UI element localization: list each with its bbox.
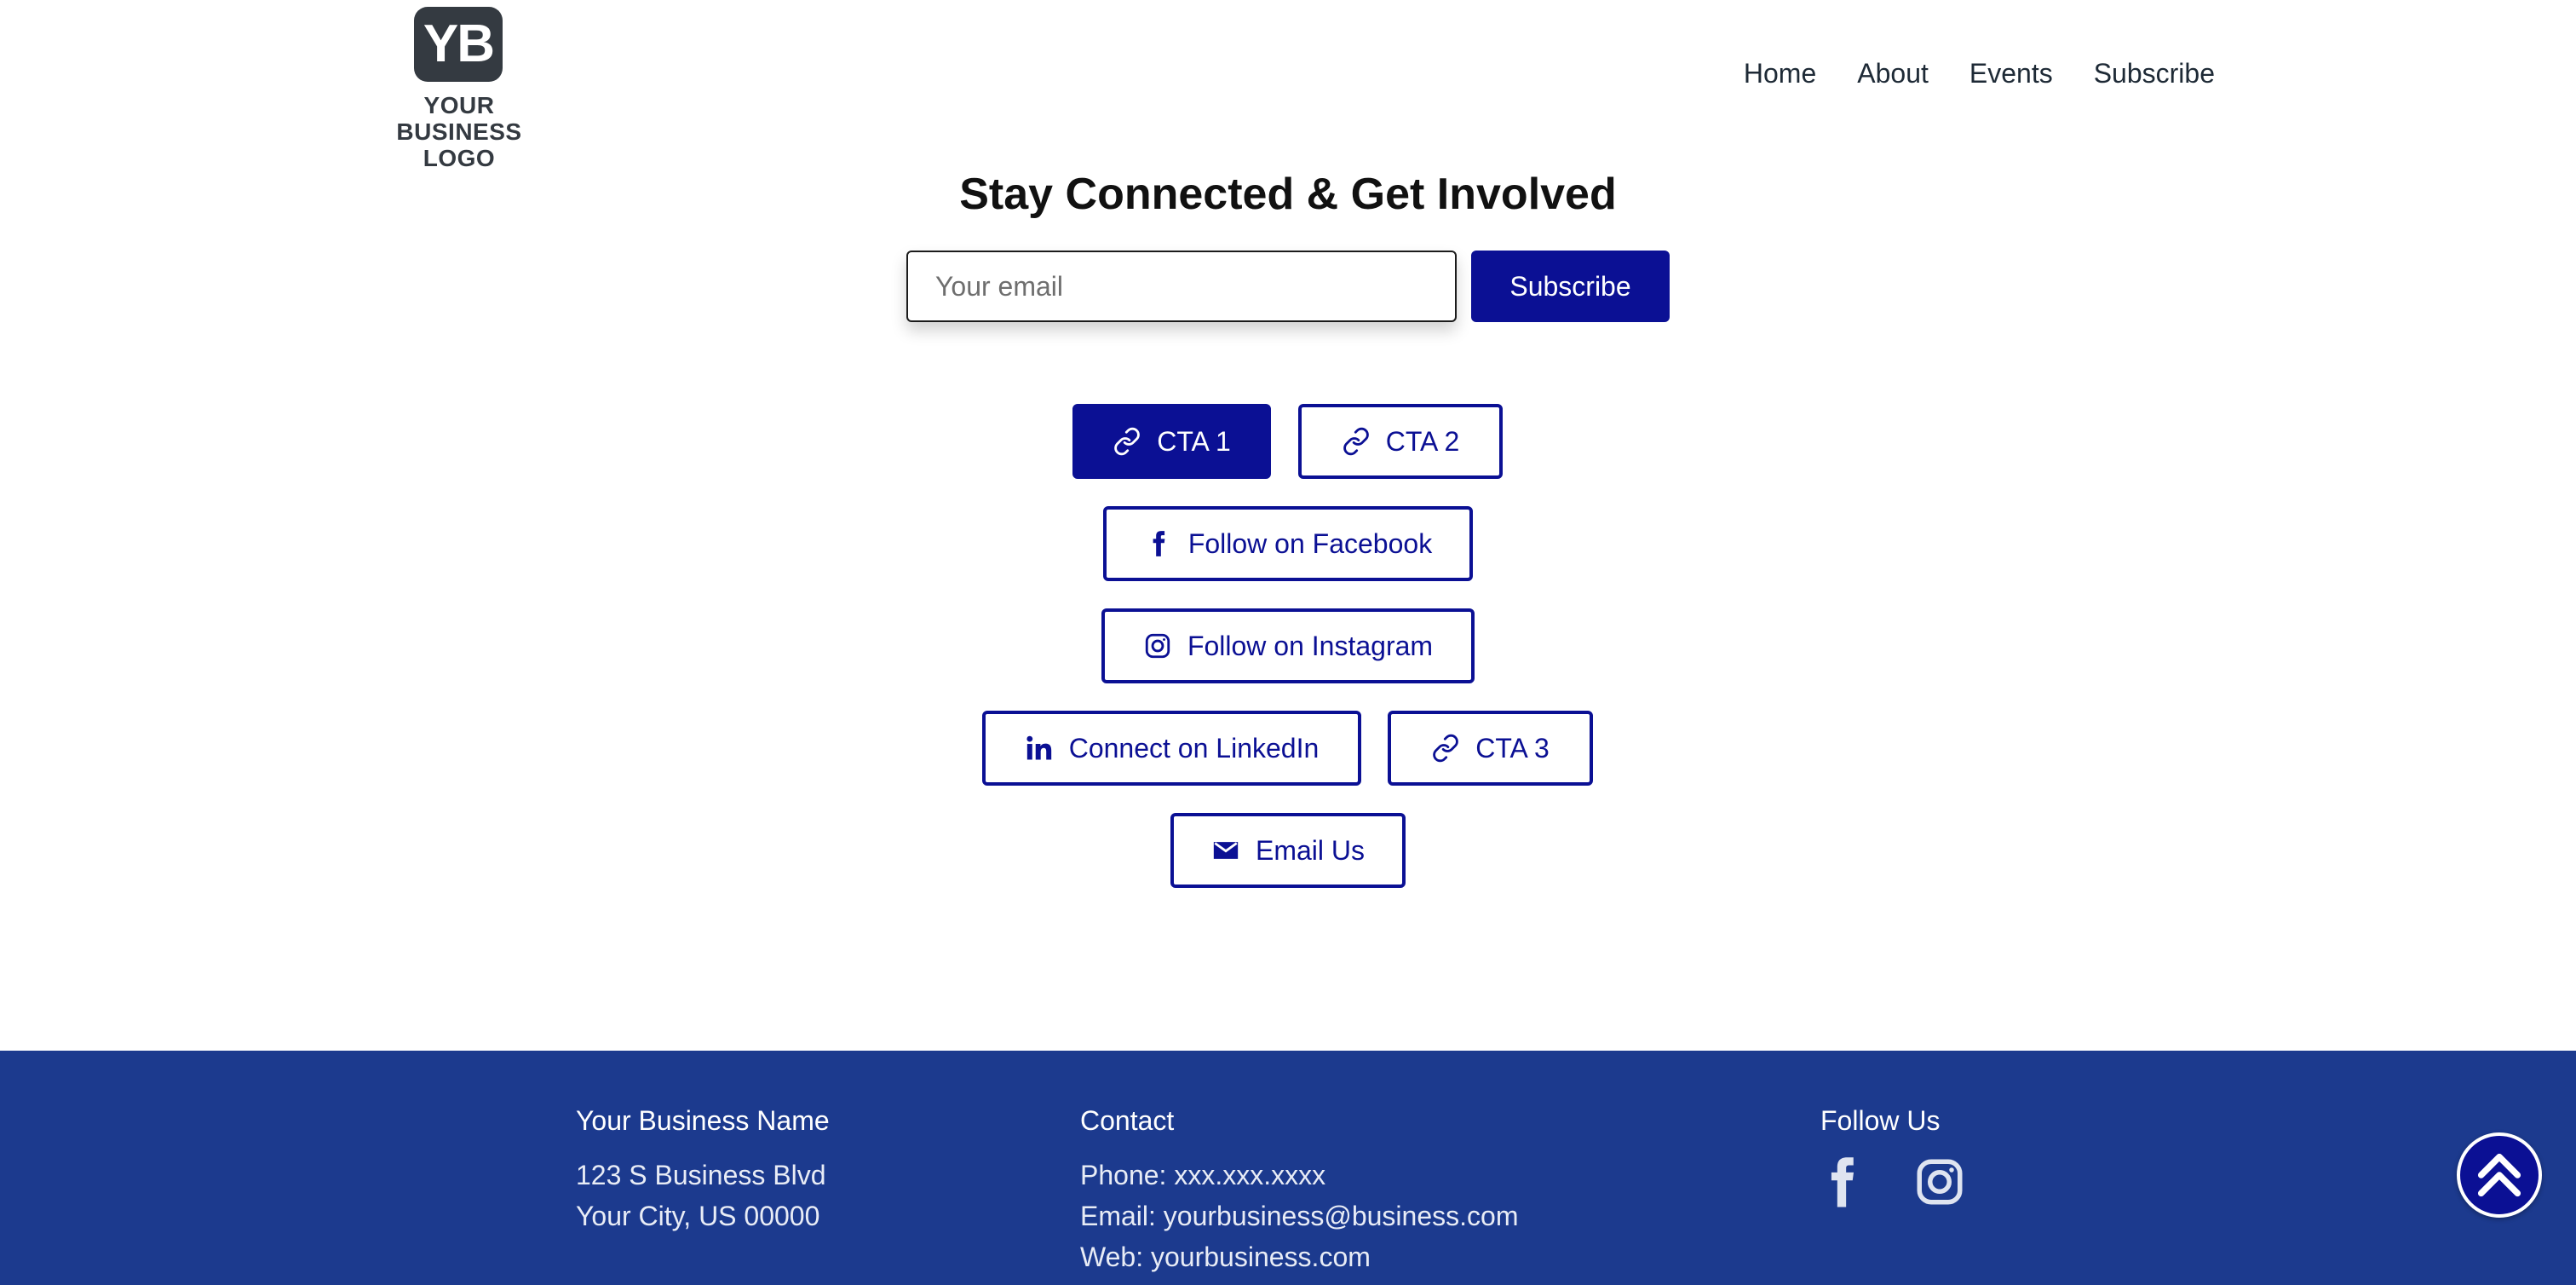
back-to-top-button[interactable] [2457, 1132, 2542, 1218]
footer-email[interactable]: Email: yourbusiness@business.com [1080, 1196, 1518, 1236]
nav-link-home[interactable]: Home [1744, 56, 1816, 90]
footer-social-links [1815, 1155, 1965, 1209]
cta-1-label: CTA 1 [1157, 425, 1231, 457]
link-icon [1433, 734, 1458, 763]
cta-2-button[interactable]: CTA 2 [1298, 404, 1503, 479]
footer-address-line1: 123 S Business Blvd [576, 1160, 826, 1190]
cta-1-button[interactable]: CTA 1 [1072, 404, 1271, 479]
subscribe-button[interactable]: Subscribe [1471, 251, 1670, 322]
nav-link-events[interactable]: Events [1969, 56, 2053, 90]
footer-address-line2: Your City, US 00000 [576, 1201, 820, 1231]
follow-instagram-button[interactable]: Follow on Instagram [1101, 608, 1475, 683]
link-icon [1114, 427, 1140, 456]
site-footer: Your Business Name 123 S Business Blvd Y… [0, 1051, 2576, 1285]
email-us-label: Email Us [1255, 834, 1365, 866]
nav-link-subscribe[interactable]: Subscribe [2094, 56, 2215, 90]
follow-facebook-button[interactable]: Follow on Facebook [1103, 506, 1473, 581]
footer-follow-heading: Follow Us [1820, 1105, 1941, 1136]
footer-business-column: Your Business Name 123 S Business Blvd Y… [576, 1103, 830, 1236]
mail-icon [1213, 842, 1239, 859]
footer-business-heading: Your Business Name [576, 1105, 830, 1136]
cta-3-button[interactable]: CTA 3 [1388, 711, 1593, 786]
business-logo[interactable]: YB YOUR BUSINESS LOGO [361, 7, 555, 171]
footer-contact-heading: Contact [1080, 1105, 1175, 1136]
connect-linkedin-label: Connect on LinkedIn [1068, 732, 1320, 764]
page-headline: Stay Connected & Get Involved [959, 170, 1617, 219]
connect-linkedin-button[interactable]: Connect on LinkedIn [982, 711, 1361, 786]
email-input[interactable] [906, 251, 1457, 322]
follow-facebook-label: Follow on Facebook [1187, 527, 1433, 559]
footer-contact-column: Contact Phone: xxx.xxx.xxxx Email: yourb… [1080, 1103, 1518, 1277]
instagram-icon[interactable] [1914, 1155, 1965, 1209]
main-nav: Home About Events Subscribe [1744, 56, 2215, 90]
double-chevron-up-icon [2477, 1153, 2521, 1197]
cta-2-label: CTA 2 [1385, 425, 1460, 457]
linkedin-icon [1026, 735, 1051, 760]
cta-3-label: CTA 3 [1475, 732, 1550, 764]
facebook-icon [1153, 531, 1165, 556]
footer-phone: Phone: xxx.xxx.xxxx [1080, 1160, 1326, 1190]
footer-web[interactable]: Web: yourbusiness.com [1080, 1236, 1518, 1277]
logo-mark: YB [414, 7, 503, 82]
instagram-icon [1145, 633, 1170, 659]
logo-text: YOUR BUSINESS LOGO [396, 92, 522, 171]
follow-instagram-label: Follow on Instagram [1187, 630, 1434, 661]
email-us-button[interactable]: Email Us [1170, 813, 1406, 888]
footer-follow-column: Follow Us [1820, 1103, 1965, 1209]
nav-link-about[interactable]: About [1857, 56, 1929, 90]
facebook-icon[interactable] [1815, 1155, 1866, 1209]
link-icon [1343, 427, 1369, 456]
